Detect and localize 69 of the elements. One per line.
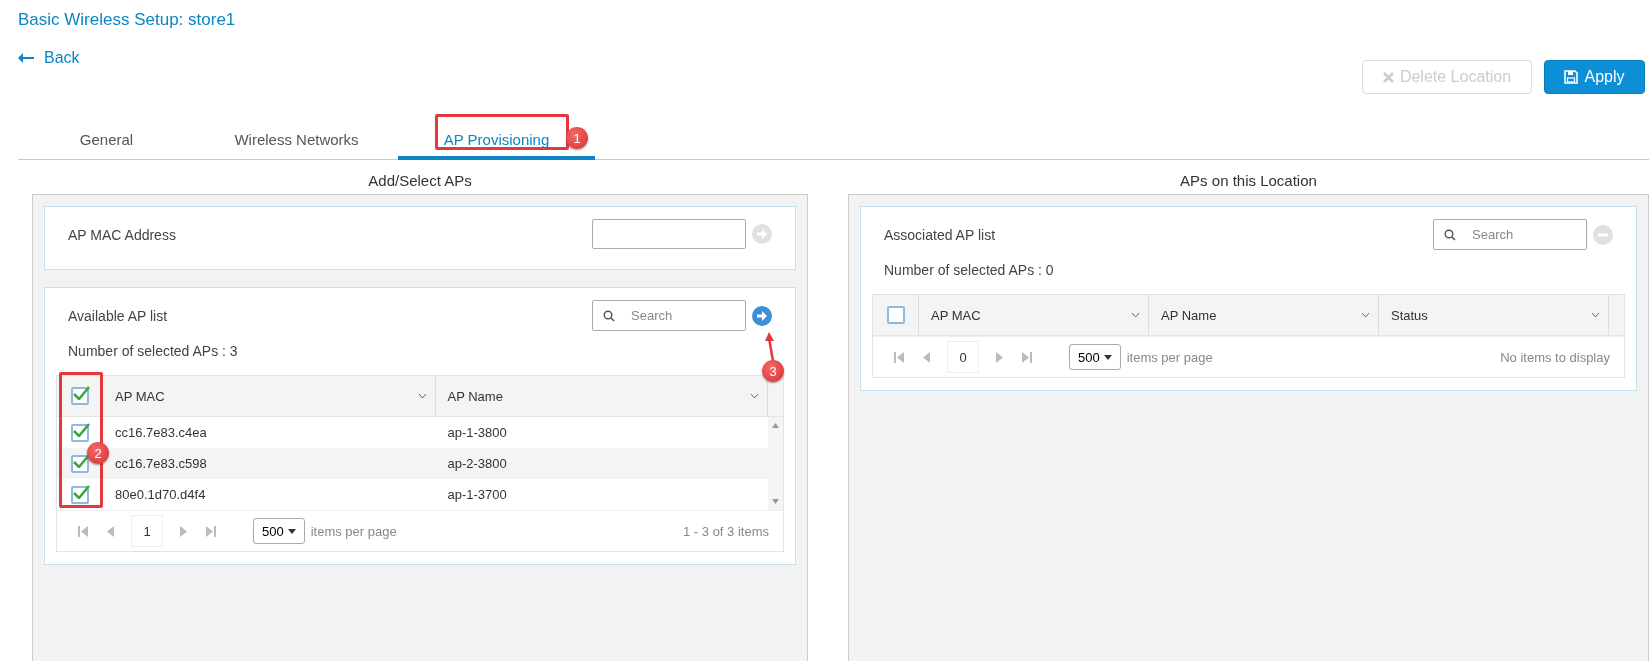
- chevron-down-icon[interactable]: [1131, 312, 1140, 318]
- next-page-icon[interactable]: [994, 351, 1004, 363]
- table-cell-text: ap-1-3800: [446, 425, 508, 440]
- page-size-select[interactable]: 500: [253, 518, 305, 544]
- arrow-left-icon: [18, 53, 34, 63]
- arrow-right-icon[interactable]: [752, 305, 772, 326]
- previous-page-icon[interactable]: [106, 525, 116, 537]
- per-page-label: items per page: [1126, 349, 1213, 365]
- next-page-icon[interactable]: [178, 525, 188, 537]
- table-cell-text: cc16.7e83.c598: [114, 456, 208, 471]
- page-title: Basic Wireless Setup: store1: [18, 10, 237, 31]
- selected-count: Number of selected APs : 0: [884, 262, 1054, 278]
- caret-icon: [1103, 354, 1112, 360]
- save-icon: [1564, 70, 1579, 84]
- list-title: Available AP list: [67, 307, 168, 324]
- annotation-badge: 1: [566, 127, 588, 149]
- search-icon: [603, 310, 615, 322]
- apply-button[interactable]: Apply: [1544, 60, 1645, 94]
- checkbox[interactable]: [70, 387, 89, 405]
- first-page-icon[interactable]: [894, 351, 904, 363]
- column-header[interactable]: AP Name: [435, 376, 767, 416]
- checkbox[interactable]: [886, 306, 905, 324]
- checkbox[interactable]: [71, 485, 89, 504]
- chevron-down-icon[interactable]: [1361, 312, 1370, 318]
- last-page-icon[interactable]: [1022, 351, 1032, 363]
- check-icon: [73, 484, 90, 499]
- last-page-icon[interactable]: [206, 525, 216, 537]
- selected-count: Number of selected APs : 3: [68, 343, 238, 359]
- section-heading: Add/Select APs: [367, 171, 473, 191]
- close-icon: [1382, 71, 1394, 83]
- scroll-up-icon[interactable]: [772, 423, 779, 428]
- check-icon: [73, 453, 90, 468]
- table-cell-text: cc16.7e83.c4ea: [114, 425, 208, 440]
- table-cell-text: ap-2-3800: [446, 456, 508, 471]
- tab[interactable]: Wireless Networks: [195, 122, 398, 160]
- tab[interactable]: General: [18, 122, 195, 160]
- column-header[interactable]: AP MAC: [919, 295, 1148, 335]
- list-title: Associated AP list: [883, 226, 996, 243]
- pager-summary: No items to display: [1500, 349, 1610, 365]
- chevron-down-icon[interactable]: [750, 393, 759, 399]
- page-number[interactable]: 0: [947, 341, 979, 373]
- checkbox[interactable]: [71, 454, 89, 473]
- first-page-icon[interactable]: [78, 525, 88, 537]
- page-number[interactable]: 1: [131, 515, 163, 547]
- column-header[interactable]: AP Name: [1149, 295, 1378, 335]
- field-label: AP MAC Address: [67, 226, 176, 243]
- chevron-down-icon[interactable]: [1591, 312, 1600, 318]
- check-icon: [73, 422, 90, 437]
- search-icon: [1444, 229, 1456, 241]
- column-header[interactable]: Status: [1379, 295, 1608, 335]
- annotation-badge: 3: [762, 360, 784, 382]
- page-size-select[interactable]: 500: [1069, 344, 1121, 370]
- check-icon: [72, 386, 90, 400]
- caret-icon: [287, 528, 296, 534]
- scrollbar[interactable]: [768, 417, 783, 510]
- scroll-down-icon[interactable]: [772, 499, 779, 504]
- per-page-label: items per page: [310, 523, 397, 539]
- search-field[interactable]: Search: [1433, 219, 1587, 250]
- checkbox[interactable]: [71, 423, 89, 442]
- column-header[interactable]: AP MAC: [103, 376, 435, 416]
- pager-summary: 1 - 3 of 3 items: [683, 523, 769, 539]
- chevron-down-icon[interactable]: [417, 393, 427, 399]
- table-cell-text: ap-1-3700: [446, 487, 508, 502]
- section-heading: APs on this Location: [1179, 171, 1318, 191]
- table-cell-text: 80e0.1d70.d4f4: [114, 487, 207, 502]
- back-link[interactable]: Back: [18, 46, 80, 70]
- previous-page-icon[interactable]: [922, 351, 932, 363]
- input-field[interactable]: [592, 219, 746, 249]
- search-field[interactable]: Search: [592, 300, 746, 331]
